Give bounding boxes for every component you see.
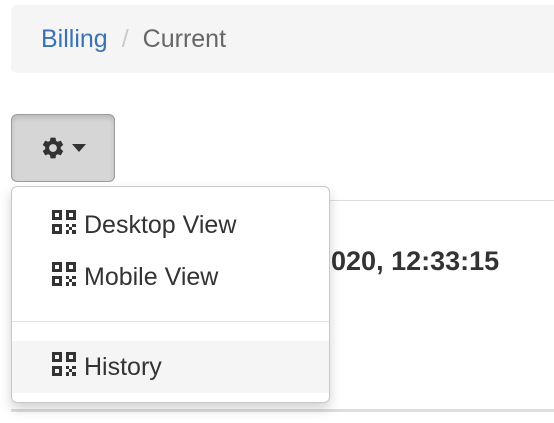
gear-icon xyxy=(40,135,66,161)
menu-item-label: Mobile View xyxy=(84,262,219,291)
menu-item-history[interactable]: History xyxy=(12,341,329,393)
menu-item-label: History xyxy=(84,352,162,381)
breadcrumb: Billing / Current xyxy=(11,5,554,73)
page: Billing / Current 2020, 12:33:15 Desktop… xyxy=(0,0,554,423)
menu-divider xyxy=(12,321,329,322)
breadcrumb-link-billing[interactable]: Billing xyxy=(41,25,108,54)
settings-dropdown-menu: Desktop View Mobile View History xyxy=(11,186,330,403)
settings-dropdown-button[interactable] xyxy=(11,114,115,182)
qrcode-icon xyxy=(52,209,76,241)
menu-item-label: Desktop View xyxy=(84,210,237,239)
breadcrumb-current: Current xyxy=(142,24,227,53)
menu-item-mobile-view[interactable]: Mobile View xyxy=(12,251,329,303)
panel-timestamp-text: 2020, 12:33:15 xyxy=(316,246,500,276)
menu-item-desktop-view[interactable]: Desktop View xyxy=(12,199,329,251)
caret-down-icon xyxy=(72,144,86,152)
qrcode-icon xyxy=(52,261,76,293)
qrcode-icon xyxy=(52,351,76,383)
breadcrumb-separator: / xyxy=(121,24,129,53)
